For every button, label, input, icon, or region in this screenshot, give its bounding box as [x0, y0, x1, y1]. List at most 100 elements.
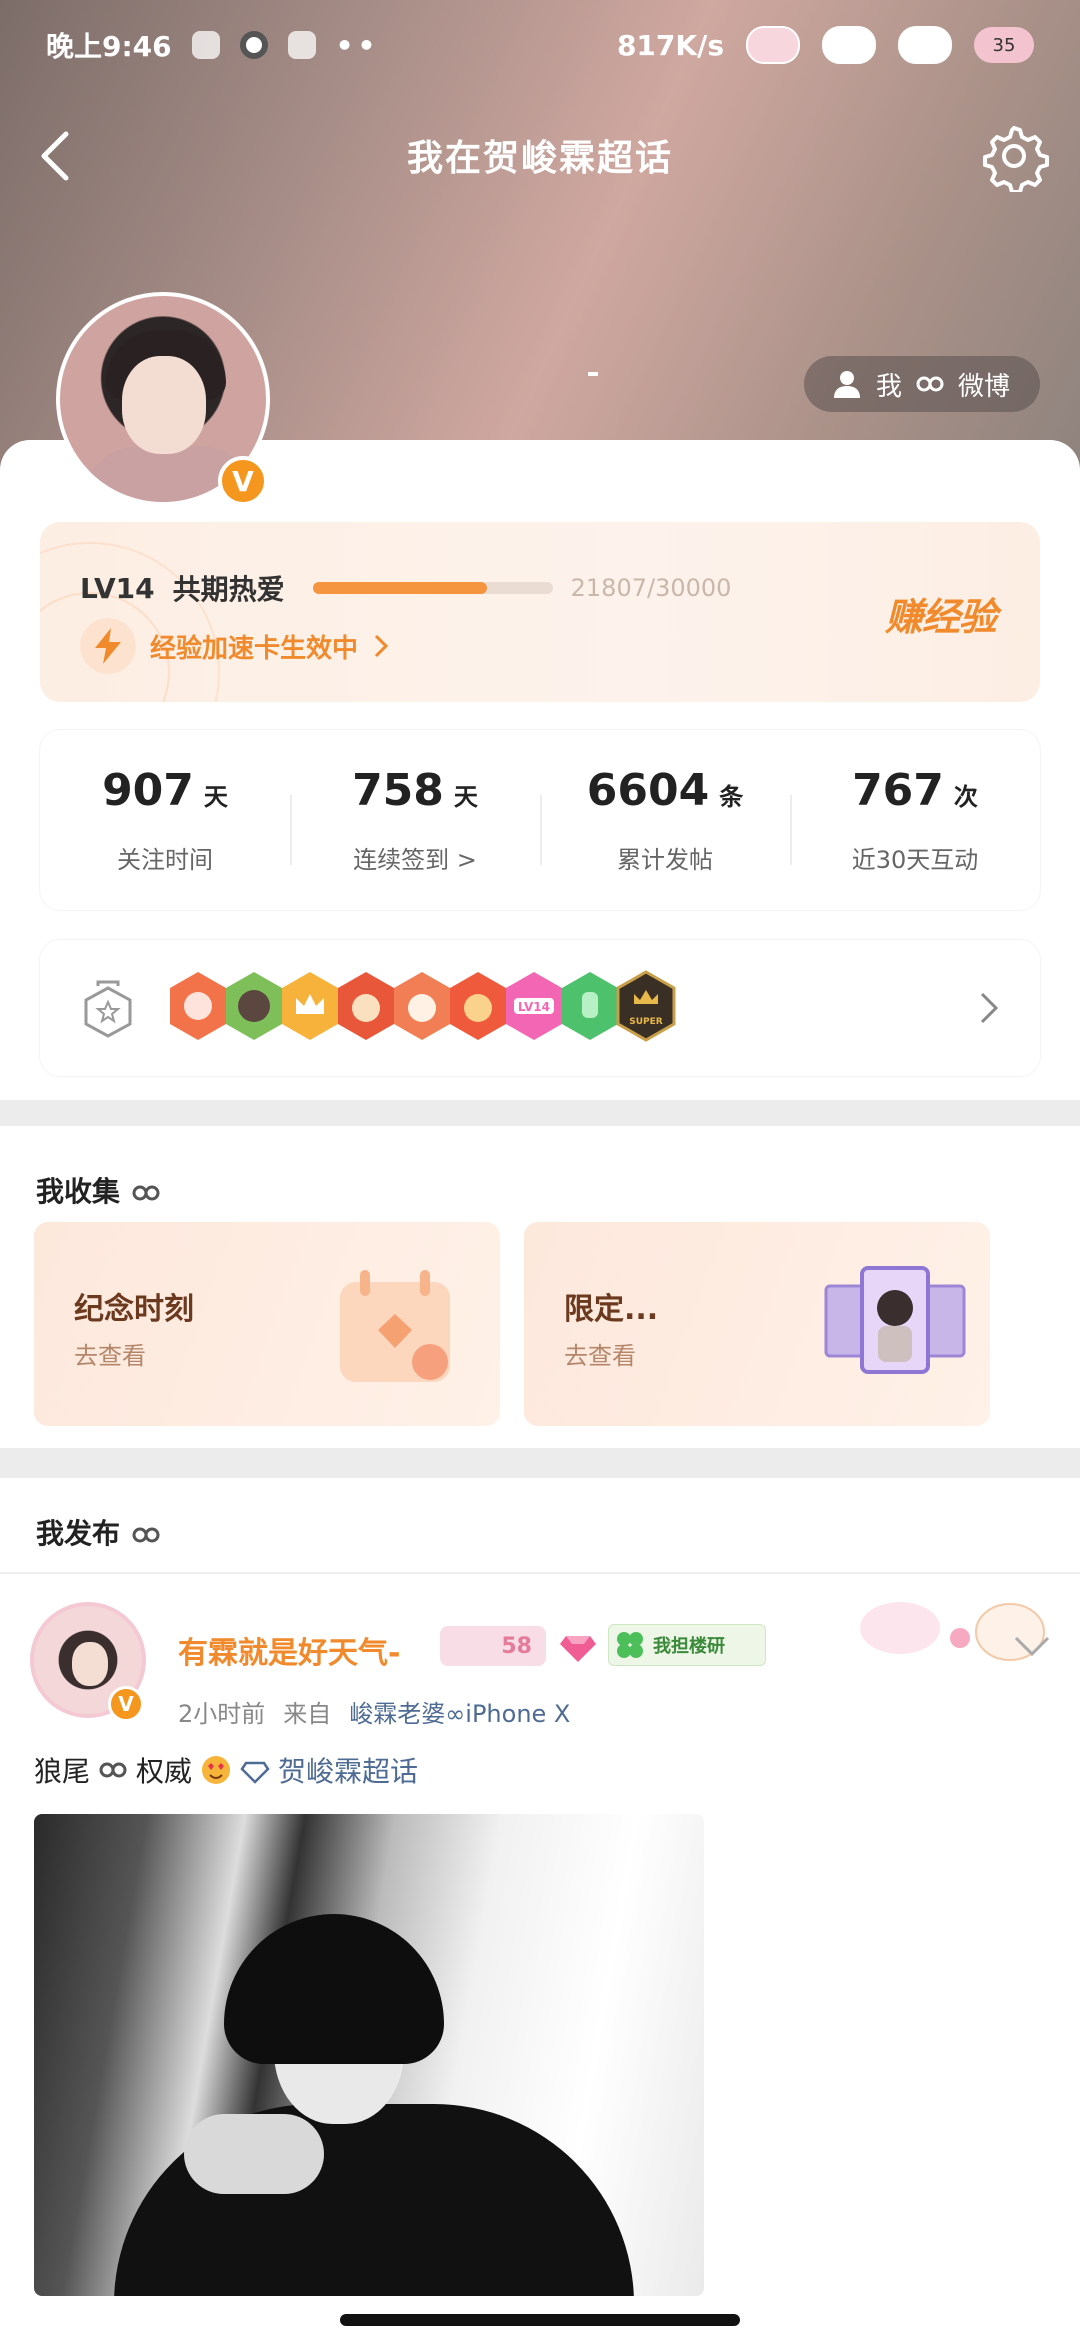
collection-title-text: 我收集 — [36, 1175, 121, 1208]
post-image[interactable] — [34, 1814, 704, 2296]
image-person-hand — [184, 2114, 324, 2194]
stat-interactions: 767 次 近30天互动 — [790, 765, 1040, 875]
experience-progress-text: 21807/30000 — [570, 574, 732, 602]
post-time: 2小时前 — [178, 1700, 266, 1728]
badge-lv-text: LV14 — [518, 1000, 550, 1014]
stat-label: 连续签到 > — [353, 846, 477, 874]
badge-gold-crown-icon[interactable] — [278, 970, 342, 1042]
post-text-part2: 权威 — [136, 1755, 193, 1788]
stat-follow-days: 907 天 关注时间 — [40, 765, 290, 875]
stat-label: 近30天互动 — [851, 846, 979, 874]
image-person-hair — [224, 1914, 444, 2064]
badge-cat-red-icon[interactable] — [334, 970, 398, 1042]
guardian-tag-text: 我担楼研 — [653, 1636, 725, 1657]
signal-icon — [746, 26, 800, 64]
experience-card[interactable]: LV14 共期热爱 21807/30000 经验加速卡生效中 赚经验 — [40, 522, 1040, 702]
photo-cards-icon — [824, 1266, 966, 1374]
badge-hand-green-icon[interactable] — [558, 970, 622, 1042]
fan-level-tag[interactable]: 58 — [440, 1626, 546, 1666]
post-author-name[interactable]: 有霖就是好天气- — [178, 1628, 400, 1672]
divider — [0, 1572, 1080, 1574]
stat-label: 关注时间 — [117, 846, 213, 874]
app-notification-icon — [191, 31, 220, 59]
stat-value: 758 — [352, 765, 444, 816]
link-emoji-icon — [916, 376, 944, 392]
stat-unit: 天 — [453, 783, 478, 811]
post-content: 狼尾 权威 贺峻霖超话 — [34, 1750, 418, 1790]
badge-lv14-pink-icon[interactable]: LV14 — [502, 970, 566, 1042]
back-arrow-icon[interactable] — [30, 128, 86, 184]
chevron-right-icon[interactable] — [978, 990, 1000, 1026]
badge-super-black-icon[interactable]: SUPER — [614, 970, 678, 1042]
badge-orange-wings-icon[interactable] — [166, 970, 230, 1042]
stat-total-posts: 6604 条 累计发帖 — [540, 765, 790, 875]
experience-progress-bar — [312, 582, 553, 594]
heart-eyes-emoji-icon — [202, 1756, 231, 1784]
avatar-face — [72, 1642, 108, 1686]
post-meta: 2小时前 来自 峻霖老婆∞iPhone X — [178, 1694, 570, 1729]
post-from-label: 来自 — [283, 1700, 332, 1728]
badge-wall[interactable]: LV14 SUPER — [40, 940, 1040, 1076]
level-name: 共期热爱 — [172, 573, 285, 606]
post-text-part1: 狼尾 — [34, 1755, 91, 1788]
battery-icon: 35 — [974, 27, 1034, 63]
lightning-icon — [80, 618, 136, 674]
avatar-face — [122, 356, 206, 454]
stat-value: 767 — [852, 765, 944, 816]
link-emoji-icon — [99, 1762, 127, 1778]
stats-panel: 907 天 关注时间 758 天 连续签到 > 6604 条 累计发帖 767 次 近3… — [40, 730, 1040, 910]
collection-title: 我收集 — [36, 1170, 162, 1210]
diamond-outline-icon — [240, 1761, 270, 1784]
level-row: LV14 共期热爱 21807/30000 — [80, 568, 731, 608]
username-placeholder — [588, 372, 598, 376]
status-time: 晚上9:46 — [46, 30, 172, 63]
home-indicator[interactable] — [340, 2314, 740, 2326]
posts-section: 我发布 V 有霖就是好天气- 58 我担楼研 2小时前 来自 峻霖老婆∞iPho… — [0, 1478, 1080, 2340]
chevron-right-icon — [374, 634, 389, 658]
card-link: 去查看 — [564, 1342, 636, 1370]
guardian-tag[interactable]: 我担楼研 — [608, 1624, 766, 1666]
stat-unit: 次 — [953, 783, 978, 811]
limited-card[interactable]: 限定... 去查看 — [524, 1222, 990, 1426]
my-weibo-label: 我 — [875, 371, 902, 402]
topic-link[interactable]: 贺峻霖超话 — [278, 1750, 418, 1790]
card-title: 纪念时刻 — [74, 1292, 194, 1327]
verified-badge: V — [218, 456, 268, 506]
badge-cat-orange-icon[interactable] — [390, 970, 454, 1042]
chevron-down-icon[interactable] — [1012, 1634, 1052, 1658]
experience-progress-fill — [312, 582, 488, 594]
record-icon — [239, 31, 268, 59]
post-source[interactable]: 峻霖老婆∞iPhone X — [349, 1694, 570, 1729]
wifi-icon — [822, 26, 876, 64]
message-notification-icon — [287, 31, 316, 59]
settings-gear-icon[interactable] — [978, 120, 1050, 192]
verified-badge: V — [108, 1686, 144, 1722]
more-notifications-icon: •• — [335, 28, 380, 62]
post-device: iPhone X — [465, 1700, 571, 1728]
network-speed: 817K/s — [616, 28, 724, 62]
link-emoji-icon — [132, 1527, 160, 1543]
badge-cat-flame-icon[interactable] — [446, 970, 510, 1042]
badge-wall-icon — [84, 980, 132, 1038]
stat-value: 6604 — [586, 765, 710, 816]
top-navigation: 我在贺峻霖超话 — [0, 110, 1080, 200]
posts-title: 我发布 — [36, 1512, 162, 1552]
collection-section: 我收集 纪念时刻 去查看 限定... 去查看 — [0, 1126, 1080, 1448]
my-weibo-button[interactable]: 我 微博 — [803, 356, 1040, 412]
diamond-gem-icon[interactable] — [558, 1626, 598, 1666]
boost-card-row[interactable]: 经验加速卡生效中 — [80, 618, 390, 674]
stat-value: 907 — [102, 765, 194, 816]
stat-checkin-days[interactable]: 758 天 连续签到 > — [290, 765, 540, 875]
boost-status-text: 经验加速卡生效中 — [150, 633, 359, 664]
calendar-icon — [340, 1270, 450, 1382]
link-emoji-icon — [132, 1185, 160, 1201]
posts-title-text: 我发布 — [36, 1517, 121, 1550]
my-weibo-suffix: 微博 — [957, 371, 1010, 402]
status-bar: 晚上9:46 •• 817K/s 35 — [0, 0, 1080, 90]
memorial-moments-card[interactable]: 纪念时刻 去查看 — [34, 1222, 500, 1426]
earn-experience-button[interactable]: 赚经验 — [885, 586, 997, 641]
badge-green-photo-icon[interactable] — [222, 970, 286, 1042]
level-label: LV14 — [80, 571, 155, 605]
badge-super-text: SUPER — [629, 1017, 663, 1027]
card-title: 限定... — [564, 1292, 659, 1327]
